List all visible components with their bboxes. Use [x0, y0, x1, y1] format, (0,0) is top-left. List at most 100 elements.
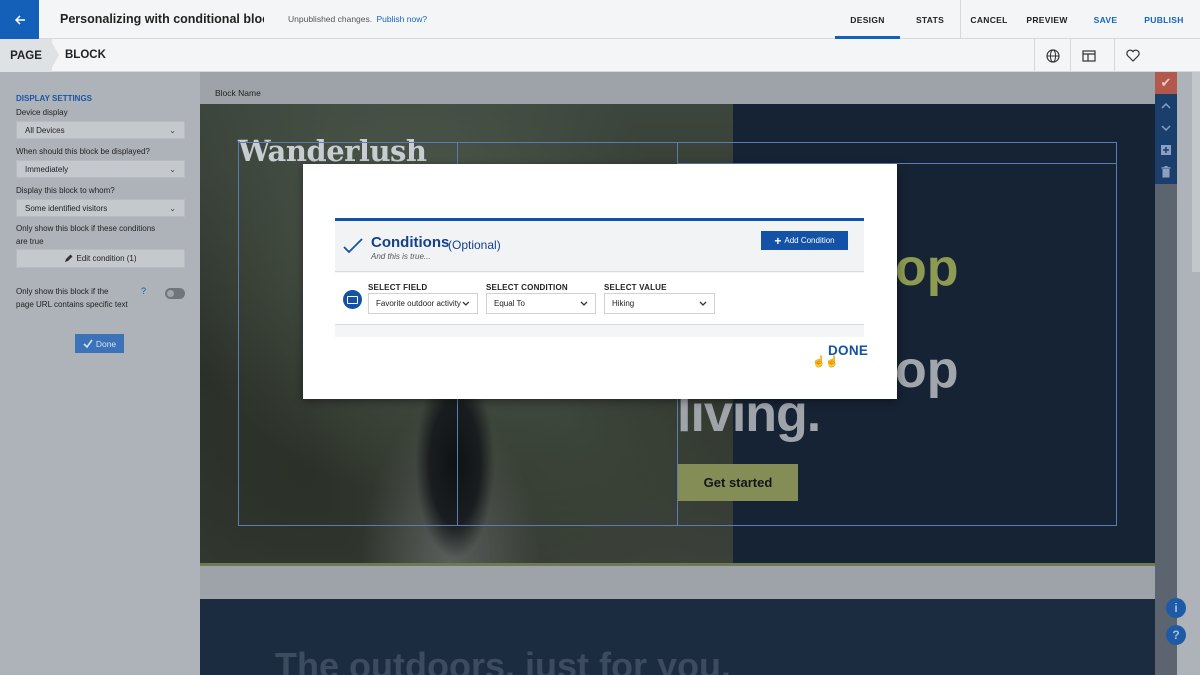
url-filter-label-line-2: page URL contains specific text	[16, 300, 128, 309]
chevron-down-icon	[699, 301, 707, 306]
chevron-down-icon: ⌄	[169, 164, 176, 174]
cursor-hand-icon: ☝	[812, 356, 826, 368]
edit-condition-button[interactable]: Edit condition (1)	[16, 249, 185, 268]
arrow-left-icon	[14, 14, 25, 25]
done-label: Done	[95, 338, 117, 349]
select-condition-label: SELECT CONDITION	[486, 283, 568, 292]
url-filter-label-line-1: Only show this block if the	[16, 287, 109, 296]
select-value-label: SELECT VALUE	[604, 283, 667, 292]
hero-heading-line-2: op	[895, 341, 959, 399]
add-condition-button[interactable]: + Add Condition	[761, 231, 848, 250]
when-displayed-label: When should this block be displayed?	[16, 147, 150, 156]
select-field-label: SELECT FIELD	[368, 283, 428, 292]
favorite-button[interactable]	[1114, 39, 1150, 72]
done-button[interactable]: Done	[75, 334, 124, 353]
check-icon	[83, 339, 93, 348]
select-field-value: Favorite outdoor activity	[376, 299, 461, 308]
chevron-down-icon	[580, 301, 588, 306]
conditions-label: Only show this block if these conditions…	[16, 222, 155, 248]
get-started-button[interactable]: Get started	[678, 464, 798, 501]
scrollbar[interactable]	[1192, 72, 1200, 272]
condition-row: SELECT FIELD Favorite outdoor activity S…	[335, 273, 864, 325]
preview-button[interactable]: PREVIEW	[1017, 0, 1077, 39]
breadcrumb-bar: PAGE BLOCK	[0, 39, 1200, 72]
check-icon: ✔	[1160, 75, 1172, 90]
chevron-up-icon	[1161, 102, 1171, 109]
url-filter-label: Only show this block if the page URL con…	[16, 285, 128, 311]
display-settings-heading: DISPLAY SETTINGS	[16, 94, 93, 103]
tab-stats[interactable]: STATS	[900, 0, 960, 39]
block-toolbar: ✔	[1155, 72, 1177, 184]
device-display-label: Device display	[16, 108, 68, 117]
url-filter-toggle[interactable]	[165, 288, 185, 299]
confirm-block-button[interactable]: ✔	[1155, 72, 1177, 94]
publish-status: Unpublished changes. Publish now?	[288, 14, 427, 24]
chevron-down-icon	[1161, 124, 1171, 131]
edit-condition-label: Edit condition (1)	[76, 254, 137, 263]
field-type-icon	[343, 290, 362, 309]
add-condition-label: Add Condition	[784, 236, 835, 245]
conditions-label-line-2: are true	[16, 237, 44, 246]
globe-button[interactable]	[1034, 39, 1070, 72]
move-up-button[interactable]	[1155, 94, 1177, 116]
help-icon: ?	[1172, 628, 1180, 642]
select-value-value: Hiking	[612, 299, 635, 308]
when-displayed-select[interactable]: Immediately ⌄	[16, 160, 185, 178]
conditions-modal: Conditions (Optional) And this is true..…	[303, 164, 897, 399]
save-button[interactable]: SAVE	[1077, 0, 1134, 39]
display-to-label: Display this block to whom?	[16, 186, 115, 195]
cursor-hand-icon: ☝	[825, 356, 839, 368]
cancel-button[interactable]: CANCEL	[961, 0, 1017, 39]
breadcrumb-block[interactable]: BLOCK	[65, 49, 106, 61]
block-settings-panel: DISPLAY SETTINGS Device display All Devi…	[0, 72, 200, 675]
breadcrumb-page[interactable]: PAGE	[0, 39, 52, 72]
trash-icon	[1161, 166, 1171, 178]
help-icon[interactable]: ?	[141, 286, 146, 296]
move-down-button[interactable]	[1155, 117, 1177, 139]
layout-icon	[1081, 49, 1096, 62]
chevron-down-icon: ⌄	[169, 125, 176, 135]
layout-button[interactable]	[1070, 39, 1106, 72]
page-title: Personalizing with conditional blocks: 0…	[60, 12, 264, 26]
conditions-header: Conditions (Optional) And this is true..…	[335, 221, 864, 272]
heart-icon	[1125, 49, 1140, 62]
when-displayed-value: Immediately	[25, 164, 69, 174]
select-condition-dropdown[interactable]: Equal To	[486, 293, 596, 314]
display-to-select[interactable]: Some identified visitors ⌄	[16, 199, 185, 217]
hero-heading-line-1: op	[895, 239, 959, 297]
display-to-value: Some identified visitors	[25, 203, 108, 213]
info-button[interactable]: i	[1166, 598, 1186, 618]
info-icon: i	[1174, 601, 1178, 615]
pencil-icon	[65, 254, 73, 262]
breadcrumb-arrow	[50, 39, 59, 71]
duplicate-button[interactable]	[1155, 139, 1177, 161]
delete-button[interactable]	[1155, 161, 1177, 183]
chevron-down-icon	[462, 301, 470, 306]
select-value-dropdown[interactable]: Hiking	[604, 293, 715, 314]
plus-icon: +	[774, 233, 782, 248]
globe-icon	[1045, 48, 1060, 63]
chevron-down-icon: ⌄	[169, 203, 176, 213]
canvas-header	[200, 72, 1155, 104]
conditions-subtitle: And this is true...	[371, 252, 431, 261]
select-condition-value: Equal To	[494, 299, 525, 308]
help-button[interactable]: ?	[1166, 625, 1186, 645]
conditions-optional: (Optional)	[448, 238, 501, 252]
block-gap	[200, 566, 1155, 599]
content-block[interactable]: The outdoors, just for you.	[200, 599, 1155, 675]
select-field-dropdown[interactable]: Favorite outdoor activity	[368, 293, 478, 314]
device-display-value: All Devices	[25, 125, 65, 135]
block-name-label: Block Name	[215, 88, 261, 98]
device-display-select[interactable]: All Devices ⌄	[16, 121, 185, 139]
back-button[interactable]	[0, 0, 39, 39]
top-bar: Personalizing with conditional blocks: 0…	[0, 0, 1200, 39]
conditions-label-line-1: Only show this block if these conditions	[16, 224, 156, 233]
section-heading: The outdoors, just for you.	[275, 645, 731, 675]
duplicate-icon	[1161, 145, 1171, 155]
check-icon	[343, 238, 363, 254]
publish-button[interactable]: PUBLISH	[1134, 0, 1194, 39]
conditions-panel: Conditions (Optional) And this is true..…	[335, 218, 864, 337]
status-text: Unpublished changes.	[288, 14, 373, 24]
tab-design[interactable]: DESIGN	[835, 0, 900, 39]
publish-now-link[interactable]: Publish now?	[377, 14, 428, 24]
